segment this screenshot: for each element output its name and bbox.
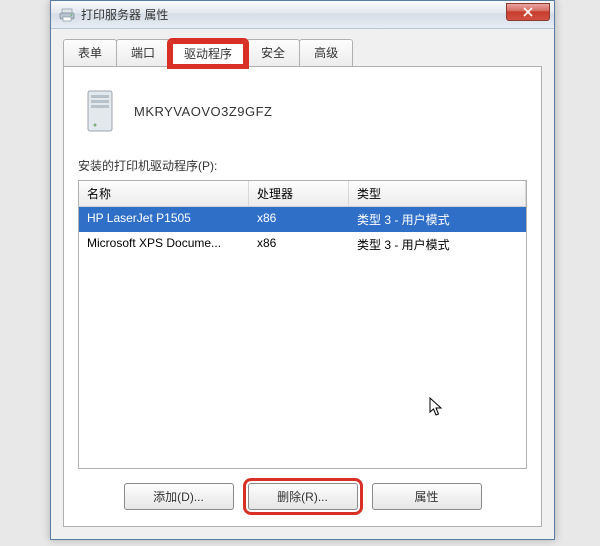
tab-security[interactable]: 安全 <box>246 39 300 66</box>
tab-strip: 表单 端口 驱动程序 安全 高级 <box>63 39 542 67</box>
list-row[interactable]: Microsoft XPS Docume... x86 类型 3 - 用户模式 <box>79 232 526 257</box>
tab-drivers[interactable]: 驱动程序 <box>169 40 247 67</box>
cell-name: Microsoft XPS Docume... <box>79 234 249 255</box>
tab-ports[interactable]: 端口 <box>116 39 170 66</box>
server-icon <box>82 89 118 133</box>
printer-icon <box>59 7 75 23</box>
cell-processor: x86 <box>249 209 349 230</box>
cell-name: HP LaserJet P1505 <box>79 209 249 230</box>
list-body: HP LaserJet P1505 x86 类型 3 - 用户模式 Micros… <box>79 207 526 468</box>
tab-advanced[interactable]: 高级 <box>299 39 353 66</box>
remove-button[interactable]: 删除(R)... <box>248 483 358 510</box>
cell-processor: x86 <box>249 234 349 255</box>
server-row: MKRYVAOVO3Z9GFZ <box>82 89 523 133</box>
cell-type: 类型 3 - 用户模式 <box>349 234 526 255</box>
column-type[interactable]: 类型 <box>349 181 526 206</box>
add-button[interactable]: 添加(D)... <box>124 483 234 510</box>
list-row[interactable]: HP LaserJet P1505 x86 类型 3 - 用户模式 <box>79 207 526 232</box>
driver-list[interactable]: 名称 处理器 类型 HP LaserJet P1505 x86 类型 3 - 用… <box>78 180 527 469</box>
close-icon <box>523 7 533 17</box>
properties-button[interactable]: 属性 <box>372 483 482 510</box>
cell-type: 类型 3 - 用户模式 <box>349 209 526 230</box>
list-header: 名称 处理器 类型 <box>79 181 526 207</box>
window-title: 打印服务器 属性 <box>81 6 506 23</box>
close-button[interactable] <box>506 3 550 21</box>
dialog-content: 表单 端口 驱动程序 安全 高级 MKRYVAOVO3Z9GFZ <box>51 29 554 539</box>
column-name[interactable]: 名称 <box>79 181 249 206</box>
tab-forms[interactable]: 表单 <box>63 39 117 66</box>
drivers-panel: MKRYVAOVO3Z9GFZ 安装的打印机驱动程序(P): 名称 处理器 类型… <box>63 67 542 527</box>
titlebar[interactable]: 打印服务器 属性 <box>51 1 554 29</box>
column-processor[interactable]: 处理器 <box>249 181 349 206</box>
print-server-properties-dialog: 打印服务器 属性 表单 端口 驱动程序 安全 高级 <box>50 0 555 540</box>
installed-drivers-label: 安装的打印机驱动程序(P): <box>78 157 527 174</box>
button-row: 添加(D)... 删除(R)... 属性 <box>78 481 527 512</box>
server-name: MKRYVAOVO3Z9GFZ <box>134 104 273 119</box>
cursor-icon <box>429 397 445 420</box>
